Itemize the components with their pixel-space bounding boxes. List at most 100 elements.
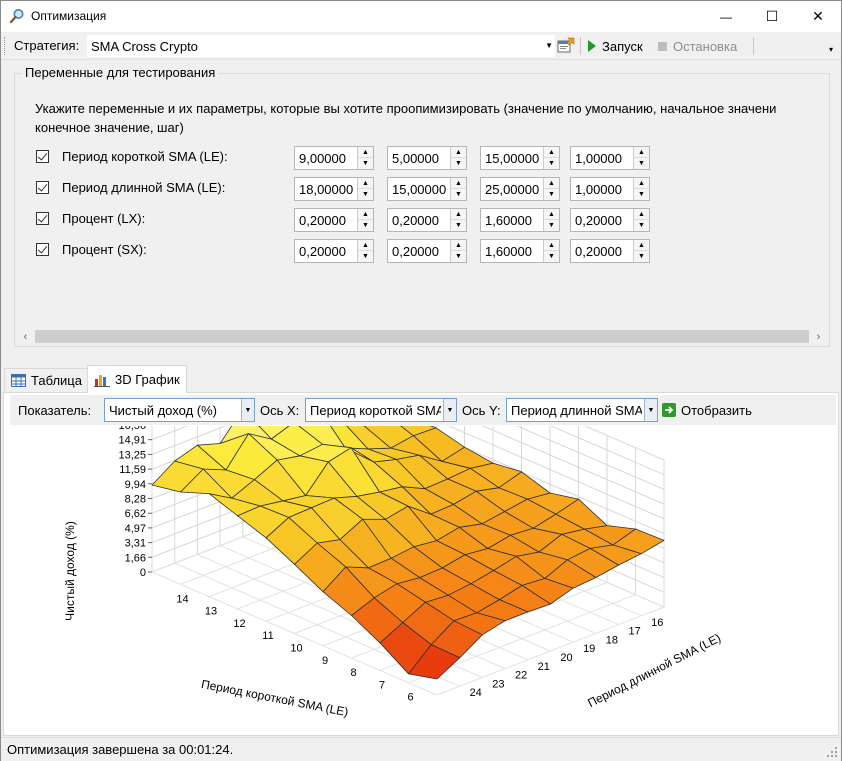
spinner-up-icon[interactable]: ▲	[451, 147, 466, 158]
spinner-up-icon[interactable]: ▲	[544, 240, 559, 251]
param-default-spinner[interactable]: 18,00000 ▲ ▼	[294, 177, 374, 201]
spinner-up-icon[interactable]: ▲	[358, 209, 373, 220]
spinner-down-icon[interactable]: ▼	[451, 158, 466, 169]
scroll-right-icon[interactable]: ›	[810, 328, 827, 345]
spinner-buttons: ▲ ▼	[633, 240, 649, 262]
param-start-value[interactable]: 0,20000	[392, 213, 439, 228]
param-start-spinner[interactable]: 15,00000 ▲ ▼	[387, 177, 467, 201]
param-default-spinner[interactable]: 0,20000 ▲ ▼	[294, 208, 374, 232]
show-button[interactable]: Отобразить	[662, 400, 752, 420]
param-end-spinner[interactable]: 1,60000 ▲ ▼	[480, 208, 560, 232]
param-step-value[interactable]: 0,20000	[575, 213, 622, 228]
spinner-buttons: ▲ ▼	[633, 178, 649, 200]
param-default-value[interactable]: 9,00000	[299, 151, 346, 166]
surface-chart[interactable]: 16,56 14,91 13,25 11,59 9,94 8,28 6,62 4,97 3,31…	[4, 426, 838, 736]
minimize-button[interactable]: —	[703, 1, 749, 32]
x-axis-value: Период короткой SMA (LE)	[310, 403, 441, 418]
spinner-down-icon[interactable]: ▼	[358, 189, 373, 200]
spinner-up-icon[interactable]: ▲	[544, 147, 559, 158]
y-axis-combobox[interactable]: Период длинной SMA (LE) ▼	[506, 398, 658, 422]
spinner-up-icon[interactable]: ▲	[451, 240, 466, 251]
param-step-spinner[interactable]: 1,00000 ▲ ▼	[570, 146, 650, 170]
spinner-up-icon[interactable]: ▲	[634, 178, 649, 189]
run-button[interactable]: Запуск	[587, 35, 643, 57]
scroll-left-icon[interactable]: ‹	[17, 328, 34, 345]
spinner-up-icon[interactable]: ▲	[544, 209, 559, 220]
param-start-spinner[interactable]: 0,20000 ▲ ▼	[387, 239, 467, 263]
param-default-spinner[interactable]: 9,00000 ▲ ▼	[294, 146, 374, 170]
param-step-value[interactable]: 1,00000	[575, 151, 622, 166]
close-button[interactable]: ✕	[795, 1, 841, 32]
param-checkbox[interactable]	[36, 243, 49, 256]
param-checkbox[interactable]	[36, 181, 49, 194]
spinner-up-icon[interactable]: ▲	[634, 209, 649, 220]
spinner-down-icon[interactable]: ▼	[358, 158, 373, 169]
chevron-down-icon[interactable]: ▼	[443, 399, 456, 421]
strategy-settings-icon[interactable]	[557, 37, 575, 54]
spinner-buttons: ▲ ▼	[357, 209, 373, 231]
param-end-spinner[interactable]: 25,00000 ▲ ▼	[480, 177, 560, 201]
resize-grip-icon[interactable]	[826, 746, 838, 758]
param-end-value[interactable]: 1,60000	[485, 244, 532, 259]
spinner-down-icon[interactable]: ▼	[634, 220, 649, 231]
param-step-spinner[interactable]: 0,20000 ▲ ▼	[570, 208, 650, 232]
spinner-down-icon[interactable]: ▼	[451, 189, 466, 200]
param-start-value[interactable]: 0,20000	[392, 244, 439, 259]
param-default-spinner[interactable]: 0,20000 ▲ ▼	[294, 239, 374, 263]
spinner-up-icon[interactable]: ▲	[634, 240, 649, 251]
param-start-spinner[interactable]: 0,20000 ▲ ▼	[387, 208, 467, 232]
param-start-value[interactable]: 15,00000	[392, 182, 446, 197]
spinner-up-icon[interactable]: ▲	[634, 147, 649, 158]
spinner-down-icon[interactable]: ▼	[544, 158, 559, 169]
toolbar-grip[interactable]	[4, 37, 6, 55]
spinner-down-icon[interactable]: ▼	[544, 251, 559, 262]
scroll-thumb[interactable]	[35, 330, 809, 343]
magnifier-icon	[9, 9, 24, 24]
spinner-up-icon[interactable]: ▲	[451, 178, 466, 189]
spinner-up-icon[interactable]: ▲	[544, 178, 559, 189]
param-step-spinner[interactable]: 1,00000 ▲ ▼	[570, 177, 650, 201]
variables-horizontal-scrollbar[interactable]: ‹ ›	[17, 328, 827, 345]
param-checkbox[interactable]	[36, 150, 49, 163]
maximize-button[interactable]: ☐	[749, 1, 795, 32]
title-bar[interactable]: Оптимизация — ☐ ✕	[1, 1, 841, 32]
param-end-spinner[interactable]: 1,60000 ▲ ▼	[480, 239, 560, 263]
param-end-spinner[interactable]: 15,00000 ▲ ▼	[480, 146, 560, 170]
param-default-value[interactable]: 0,20000	[299, 244, 346, 259]
spinner-down-icon[interactable]: ▼	[358, 251, 373, 262]
spinner-down-icon[interactable]: ▼	[544, 189, 559, 200]
z-tick-label: 8,28	[125, 494, 146, 506]
spinner-down-icon[interactable]: ▼	[634, 158, 649, 169]
x-tick-label: 11	[262, 630, 273, 642]
param-checkbox[interactable]	[36, 212, 49, 225]
spinner-up-icon[interactable]: ▲	[358, 178, 373, 189]
param-end-value[interactable]: 25,00000	[485, 182, 539, 197]
param-start-value[interactable]: 5,00000	[392, 151, 439, 166]
stop-button[interactable]: Остановка	[658, 35, 737, 57]
spinner-down-icon[interactable]: ▼	[634, 189, 649, 200]
param-step-value[interactable]: 1,00000	[575, 182, 622, 197]
param-step-spinner[interactable]: 0,20000 ▲ ▼	[570, 239, 650, 263]
param-end-value[interactable]: 15,00000	[485, 151, 539, 166]
spinner-down-icon[interactable]: ▼	[451, 251, 466, 262]
strategy-combobox[interactable]: SMA Cross Crypto ▼	[87, 35, 555, 57]
toolbar-overflow-icon[interactable]: ▾	[829, 45, 833, 54]
indicator-combobox[interactable]: Чистый доход (%) ▼	[104, 398, 255, 422]
chevron-down-icon[interactable]: ▼	[241, 399, 254, 421]
param-default-value[interactable]: 0,20000	[299, 213, 346, 228]
chevron-down-icon[interactable]: ▼	[644, 399, 657, 421]
tab-table[interactable]: Таблица	[4, 368, 89, 392]
param-end-value[interactable]: 1,60000	[485, 213, 532, 228]
tab-3d-chart[interactable]: 3D График	[87, 365, 187, 393]
spinner-up-icon[interactable]: ▲	[358, 147, 373, 158]
param-step-value[interactable]: 0,20000	[575, 244, 622, 259]
spinner-down-icon[interactable]: ▼	[634, 251, 649, 262]
param-start-spinner[interactable]: 5,00000 ▲ ▼	[387, 146, 467, 170]
spinner-up-icon[interactable]: ▲	[451, 209, 466, 220]
param-default-value[interactable]: 18,00000	[299, 182, 353, 197]
spinner-down-icon[interactable]: ▼	[451, 220, 466, 231]
spinner-down-icon[interactable]: ▼	[544, 220, 559, 231]
spinner-down-icon[interactable]: ▼	[358, 220, 373, 231]
spinner-up-icon[interactable]: ▲	[358, 240, 373, 251]
x-axis-combobox[interactable]: Период короткой SMA (LE) ▼	[305, 398, 457, 422]
